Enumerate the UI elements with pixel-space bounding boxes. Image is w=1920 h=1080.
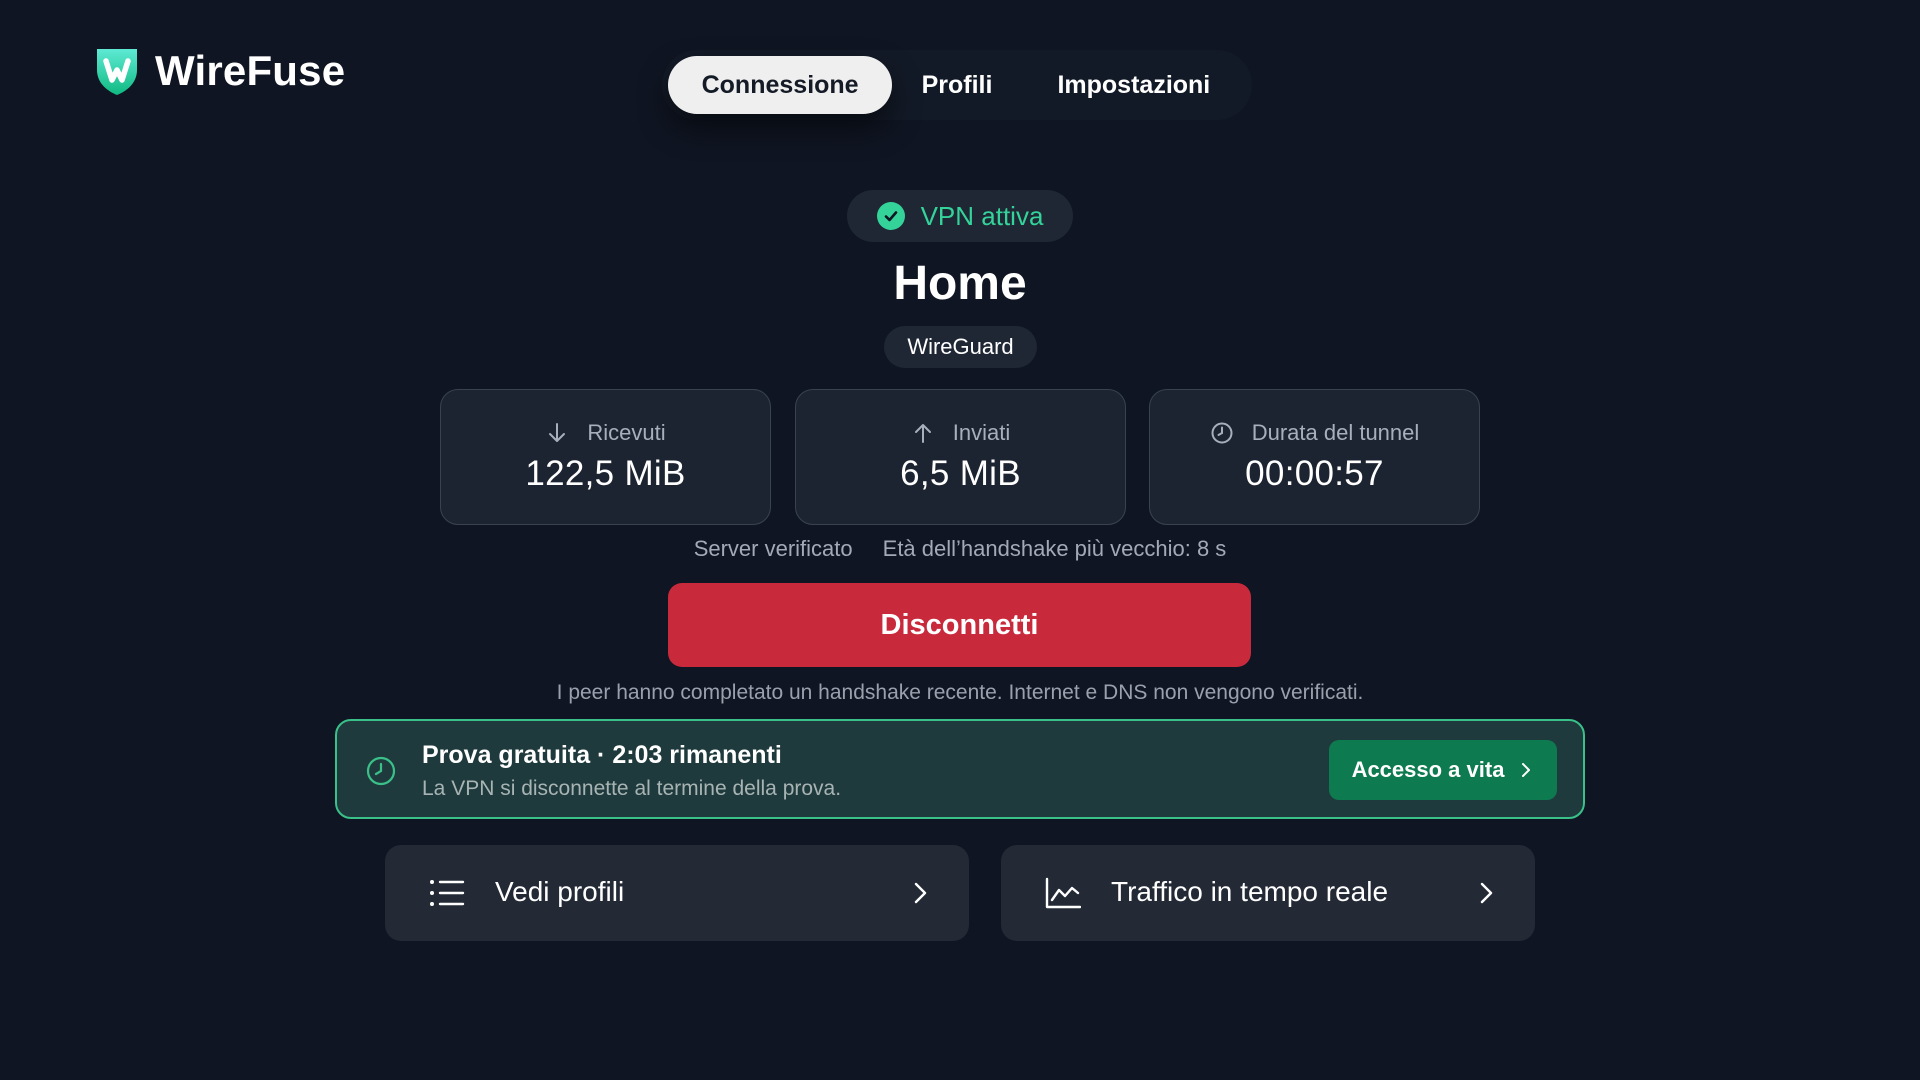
view-profiles-label: Vedi profili [495,876,625,907]
clock-icon [1211,422,1233,444]
stat-value: 6,5 MiB [900,454,1021,493]
trial-banner: Prova gratuita · 2:03 rimanenti La VPN s… [335,719,1585,819]
stat-card-received: Ricevuti 122,5 MiB [440,389,771,525]
handshake-note: I peer hanno completato un handshake rec… [556,681,1364,704]
arrow-down-icon [549,423,566,442]
disconnect-button[interactable]: Disconnetti [668,583,1251,667]
realtime-traffic-button[interactable]: Traffico in tempo reale [1001,845,1535,941]
app-window: WireFuse Connessione Profili Impostazion… [0,0,1920,1080]
chart-icon [1045,877,1081,909]
app-logo: WireFuse [93,46,345,96]
stat-label: Ricevuti [587,420,666,445]
trial-subtitle: La VPN si disconnette al termine della p… [422,777,842,800]
tab-connessione[interactable]: Connessione [668,56,893,114]
lifetime-access-button[interactable]: Accesso a vita [1329,740,1557,800]
list-icon [430,880,465,906]
status-label: VPN attiva [920,200,1044,231]
chevron-right-icon [1480,882,1493,904]
status-badge: VPN attiva [847,190,1073,242]
profile-name: Home [893,257,1027,310]
tab-impostazioni[interactable]: Impostazioni [1022,56,1246,114]
app-name: WireFuse [155,47,346,94]
chevron-right-icon [1522,763,1531,777]
protocol-badge: WireGuard [884,326,1037,368]
server-status: Server verificato [693,536,853,561]
main-tabs: Connessione Profili Impostazioni [662,50,1252,120]
check-circle-icon [876,202,905,230]
chevron-right-icon [914,882,927,904]
view-profiles-button[interactable]: Vedi profili [385,845,969,941]
lifetime-access-label: Accesso a vita [1351,757,1505,782]
stat-label: Inviati [952,420,1011,445]
stat-value: 00:00:57 [1245,454,1384,493]
handshake-age: Età dell’handshake più vecchio: 8 s [882,536,1227,561]
tab-profili[interactable]: Profili [892,56,1022,114]
realtime-traffic-label: Traffico in tempo reale [1111,876,1389,907]
trial-title: Prova gratuita · 2:03 rimanenti [422,741,782,769]
stat-label: Durata del tunnel [1251,420,1420,445]
clock-icon [366,756,396,786]
stat-card-sent: Inviati 6,5 MiB [795,389,1126,525]
arrow-up-icon [914,424,931,443]
shield-logo-icon [97,49,137,95]
connection-meta: Server verificato Età dell’handshake più… [0,536,1920,562]
stat-card-duration: Durata del tunnel 00:00:57 [1149,389,1480,525]
stat-value: 122,5 MiB [525,454,686,493]
